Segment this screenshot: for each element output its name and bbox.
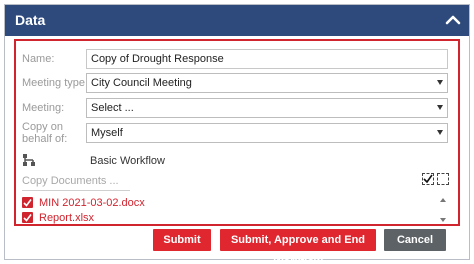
scroll-up-arrow-icon[interactable] [440,198,446,202]
workflow-icon [23,154,35,166]
name-label: Name: [22,53,55,65]
meeting-type-value: City Council Meeting [91,77,192,89]
panel-title: Data [15,12,46,28]
meeting-value: Select ... [91,102,134,114]
panel-header: Data [5,5,469,36]
document-name: Report.xlsx [39,212,95,224]
copy-documents-underline [22,190,130,191]
meeting-type-select[interactable]: City Council Meeting [86,73,448,93]
name-value: Copy of Drought Response [91,53,224,65]
name-field[interactable]: Copy of Drought Response [86,49,448,69]
dropdown-arrow-icon [437,105,443,110]
dropdown-arrow-icon [437,80,443,85]
cancel-button[interactable]: Cancel [384,229,446,251]
workflow-label: Basic Workflow [90,155,165,167]
meeting-select[interactable]: Select ... [86,98,448,118]
check-none-icon[interactable] [437,173,449,185]
form-highlight-box: Name: Copy of Drought Response Meeting t… [14,39,460,226]
check-all-icon[interactable] [422,173,434,185]
chevron-up-icon[interactable] [445,12,461,28]
scroll-down-arrow-icon[interactable] [440,218,446,222]
document-list-scrollbar[interactable] [438,198,448,222]
copy-on-behalf-value: Myself [91,127,123,139]
dropdown-arrow-icon [437,130,443,135]
document-checkbox[interactable] [22,212,33,223]
document-checkbox[interactable] [22,197,33,208]
meeting-label: Meeting: [22,102,65,114]
meeting-type-label: Meeting type: [22,77,89,89]
copy-documents-label[interactable]: Copy Documents ... [22,175,119,187]
submit-button[interactable]: Submit [153,229,211,251]
document-name: MIN 2021-03-02.docx [39,197,145,209]
copy-on-behalf-label-line2: behalf of: [22,133,68,145]
copy-on-behalf-select[interactable]: Myself [86,123,448,143]
submit-approve-end-workflow-button[interactable]: Submit, Approve and End Workflow [220,229,376,264]
data-panel: Data Name: Copy of Drought Response Meet… [4,4,470,264]
